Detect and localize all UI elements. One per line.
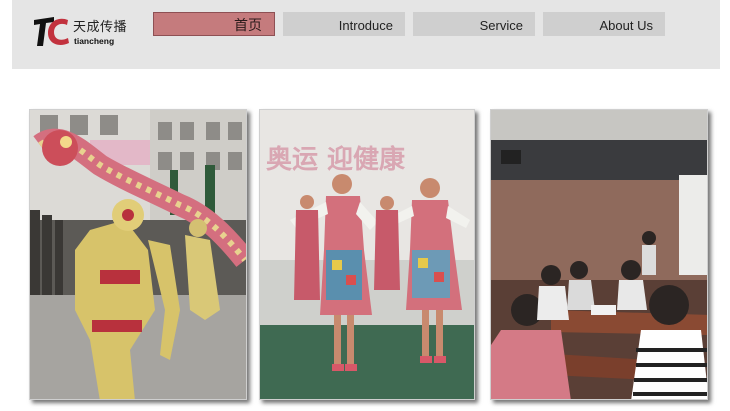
banner-text: 奥运 迎健康 <box>266 144 406 175</box>
brand-name-cn: 天成传播 <box>73 20 128 35</box>
nav-item-introduce[interactable]: Introduce <box>283 12 405 36</box>
brand-name-en: tiancheng <box>74 36 115 46</box>
nav-item-about-us[interactable]: About Us <box>543 12 665 36</box>
nav-item-home[interactable]: 首页 <box>153 12 275 36</box>
photo-conference-room <box>490 109 708 400</box>
photo-conference-room-image <box>491 110 707 399</box>
logo-mark-icon <box>34 17 69 46</box>
photo-folk-dancers: 奥运 迎健康 <box>259 109 475 400</box>
header-bar: 天成传播 tiancheng 首页 Introduce Service Abou… <box>12 0 720 69</box>
photo-folk-dancers-image: 奥运 迎健康 <box>260 110 474 399</box>
photo-dragon-dance <box>29 109 247 400</box>
nav-item-service[interactable]: Service <box>413 12 535 36</box>
photo-dragon-dance-image <box>30 110 246 399</box>
logo[interactable]: 天成传播 tiancheng <box>32 14 142 54</box>
